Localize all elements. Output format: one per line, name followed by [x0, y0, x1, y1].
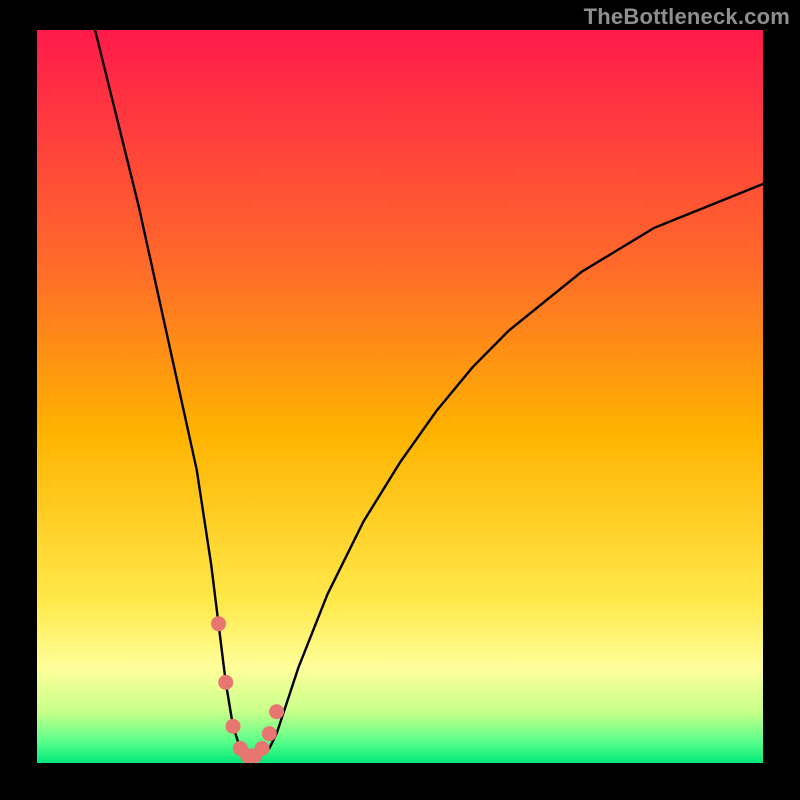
watermark-text: TheBottleneck.com	[584, 4, 790, 30]
chart-svg	[37, 30, 763, 763]
bottleneck-chart	[37, 30, 763, 763]
chart-frame: TheBottleneck.com	[0, 0, 800, 800]
marker-dot	[211, 616, 226, 631]
marker-dot	[255, 741, 270, 756]
marker-dot	[262, 726, 277, 741]
marker-dot	[226, 719, 241, 734]
marker-dot	[218, 675, 233, 690]
marker-dot	[269, 704, 284, 719]
gradient-background	[37, 30, 763, 763]
